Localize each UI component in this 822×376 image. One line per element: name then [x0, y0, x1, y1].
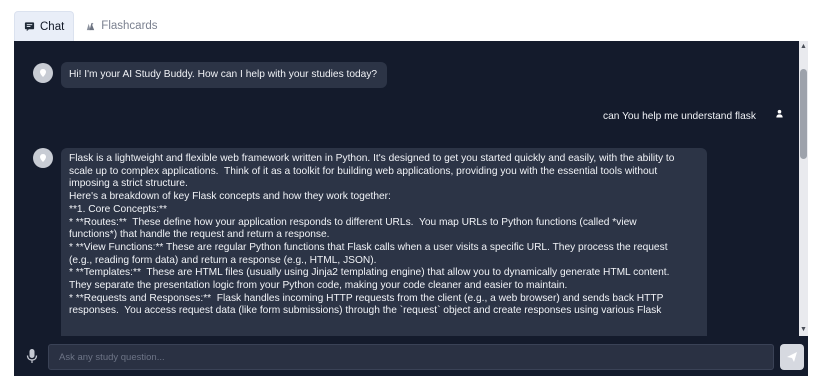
scrollbar-thumb[interactable] [800, 69, 807, 159]
microphone-icon[interactable] [25, 348, 39, 364]
bot-avatar [33, 148, 53, 168]
bot-message-answer: Flask is a lightweight and flexible web … [61, 148, 707, 336]
scroll-down-icon[interactable]: ▼ [800, 326, 807, 334]
study-question-input[interactable] [48, 344, 774, 370]
bot-icon [40, 154, 46, 162]
send-button[interactable] [780, 344, 804, 370]
chat-scrollbar[interactable]: ▲ ▼ [799, 41, 808, 336]
tab-chat[interactable]: Chat [14, 11, 75, 41]
bot-icon [40, 69, 46, 77]
user-avatar [772, 106, 788, 122]
bot-avatar [33, 63, 53, 83]
input-bar [14, 336, 808, 376]
send-icon [787, 352, 797, 362]
scroll-up-icon[interactable]: ▲ [800, 43, 807, 51]
chat-window[interactable]: Hi! I'm your AI Study Buddy. How can I h… [14, 41, 808, 336]
tab-flashcards-label: Flashcards [101, 20, 158, 32]
bot-message-greeting: Hi! I'm your AI Study Buddy. How can I h… [61, 62, 388, 88]
tab-flashcards[interactable]: Flashcards [76, 11, 166, 41]
tab-bar: Chat Flashcards [14, 11, 167, 41]
user-message: can You help me understand flask [603, 111, 756, 122]
chat-icon [24, 21, 35, 32]
user-icon [776, 109, 783, 118]
tab-chat-label: Chat [40, 20, 65, 33]
flashcards-icon [85, 21, 96, 32]
